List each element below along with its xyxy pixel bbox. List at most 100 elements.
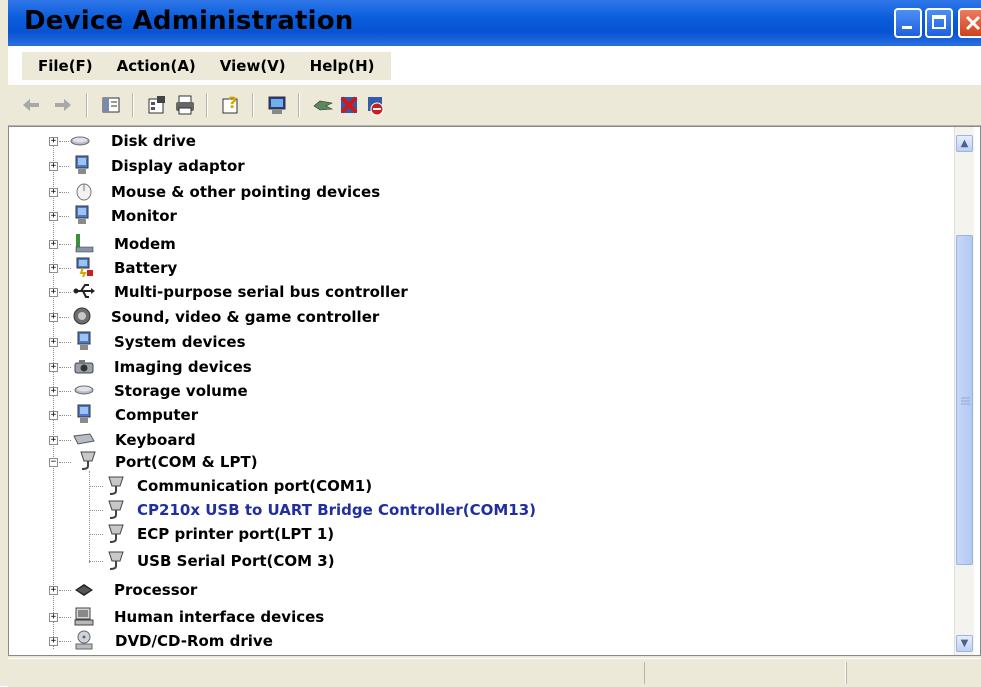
menu-file[interactable]: File(F) — [26, 57, 105, 75]
close-button[interactable] — [958, 8, 981, 38]
tree-item-serial-bus-controller[interactable]: + Multi-purpose serial bus controller — [9, 280, 609, 304]
title-bar[interactable]: Device Administration — [8, 0, 981, 46]
tree-item-sound-video-game[interactable]: + Sound, video & game controller — [9, 305, 609, 329]
expand-toggle[interactable]: + — [49, 162, 58, 171]
tree-item-monitor[interactable]: + Monitor — [9, 204, 609, 228]
grip-icon — [961, 397, 970, 405]
tree-item-communication-port-com1[interactable]: Communication port(COM1) — [9, 474, 609, 498]
tree-item-label: Human interface devices — [114, 608, 325, 626]
maximize-icon — [932, 15, 946, 29]
device-tree-panel[interactable]: + Disk drive + Display adaptor + Mouse &… — [8, 126, 981, 656]
scroll-down-button[interactable]: ▼ — [956, 635, 973, 652]
print-icon[interactable] — [174, 94, 196, 116]
tree-connector — [59, 166, 69, 167]
vertical-scrollbar[interactable]: ▲ ▼ — [954, 127, 974, 655]
tree-connector — [89, 534, 103, 535]
tree-item-usb-serial-port-com3[interactable]: USB Serial Port(COM 3) — [9, 549, 609, 573]
tree-connector — [59, 192, 69, 193]
expand-toggle[interactable]: + — [49, 212, 58, 221]
expand-toggle[interactable]: + — [49, 363, 58, 372]
tree-connector — [59, 590, 71, 591]
tree-item-mouse[interactable]: + Mouse & other pointing devices — [9, 180, 609, 204]
update-driver-icon[interactable] — [312, 94, 334, 116]
expand-toggle[interactable]: + — [49, 411, 58, 420]
tree-item-storage-volume[interactable]: + Storage volume — [9, 379, 609, 403]
port-icon — [108, 500, 124, 519]
tree-item-label: Multi-purpose serial bus controller — [114, 283, 408, 301]
tree-item-cp210x-bridge-com13[interactable]: CP210x USB to UART Bridge Controller(COM… — [9, 498, 609, 522]
menu-help[interactable]: Help(H) — [298, 57, 387, 75]
mouse-icon — [76, 183, 92, 201]
scrollbar-thumb[interactable] — [956, 235, 973, 565]
expand-toggle[interactable]: + — [49, 137, 58, 146]
close-icon — [965, 15, 981, 31]
tree-item-computer[interactable]: + Computer — [9, 403, 609, 427]
tree-item-label: Modem — [114, 235, 176, 253]
expand-toggle[interactable]: + — [49, 387, 58, 396]
keyboard-icon — [73, 433, 95, 445]
status-pane — [846, 662, 981, 684]
system-devices-icon — [77, 331, 91, 350]
expand-toggle[interactable]: + — [49, 338, 58, 347]
dvd-drive-icon — [75, 630, 93, 650]
disk-drive-icon — [70, 136, 90, 146]
status-pane — [644, 662, 846, 684]
tree-item-system-devices[interactable]: + System devices — [9, 330, 609, 354]
toolbar-separator — [252, 93, 254, 117]
tree-item-battery[interactable]: + Battery — [9, 256, 609, 280]
tree-item-human-interface-devices[interactable]: + Human interface devices — [9, 605, 609, 629]
port-icon — [108, 524, 124, 543]
properties-icon[interactable] — [146, 94, 168, 116]
expand-toggle[interactable]: + — [49, 188, 58, 197]
tree-item-label: Display adaptor — [111, 157, 245, 175]
usb-icon — [73, 284, 95, 298]
maximize-button[interactable] — [925, 8, 953, 38]
tree-item-display-adaptor[interactable]: + Display adaptor — [9, 154, 609, 178]
tree-item-keyboard[interactable]: + Keyboard — [9, 428, 609, 452]
scroll-up-button[interactable]: ▲ — [956, 135, 973, 152]
expand-toggle[interactable]: + — [49, 264, 58, 273]
toolbar-separator — [206, 93, 208, 117]
chevron-down-icon: ▼ — [960, 638, 969, 649]
expand-toggle[interactable]: + — [49, 240, 58, 249]
expand-toggle[interactable]: + — [49, 436, 58, 445]
expand-toggle[interactable]: + — [49, 613, 58, 622]
disable-icon[interactable] — [364, 94, 386, 116]
tree-item-label: Port(COM & LPT) — [115, 453, 258, 471]
tree-item-label: DVD/CD-Rom drive — [115, 632, 273, 650]
tree-connector — [59, 292, 71, 293]
tree-item-label: CP210x USB to UART Bridge Controller(COM… — [137, 501, 537, 519]
expand-toggle[interactable]: + — [49, 313, 58, 322]
scan-hardware-icon[interactable] — [266, 94, 288, 116]
port-icon — [108, 551, 124, 570]
tree-item-dvd-cd-rom[interactable]: + DVD/CD-Rom drive — [9, 629, 609, 653]
tree-item-disk-drive[interactable]: + Disk drive — [9, 129, 609, 153]
tree-item-label: Keyboard — [115, 431, 196, 449]
collapse-toggle[interactable]: − — [49, 458, 58, 467]
minimize-button[interactable] — [894, 8, 922, 38]
help-icon[interactable]: ? — [220, 94, 242, 116]
chevron-up-icon: ▲ — [960, 138, 969, 149]
menu-bar: File(F) Action(A) View(V) Help(H) — [8, 46, 981, 84]
tree-item-imaging-devices[interactable]: + Imaging devices — [9, 355, 609, 379]
tree-connector — [59, 440, 71, 441]
menu-bar-items: File(F) Action(A) View(V) Help(H) — [22, 52, 391, 80]
expand-toggle[interactable]: + — [49, 637, 58, 646]
toolbar-separator — [132, 93, 134, 117]
show-hide-tree-icon[interactable] — [100, 94, 122, 116]
forward-arrow-icon[interactable] — [52, 94, 74, 116]
tree-item-processor[interactable]: + Processor — [9, 578, 609, 602]
expand-toggle[interactable]: + — [49, 586, 58, 595]
uninstall-icon[interactable] — [338, 94, 360, 116]
menu-action[interactable]: Action(A) — [105, 57, 208, 75]
menu-view[interactable]: View(V) — [208, 57, 298, 75]
toolbar-separator — [86, 93, 88, 117]
expand-toggle[interactable]: + — [49, 288, 58, 297]
tree-item-ecp-printer-port-lpt1[interactable]: ECP printer port(LPT 1) — [9, 522, 609, 546]
tree-connector — [59, 462, 71, 463]
tree-item-port-com-lpt[interactable]: − Port(COM & LPT) — [9, 450, 609, 474]
tree-item-modem[interactable]: + Modem — [9, 232, 609, 256]
back-arrow-icon[interactable] — [20, 94, 42, 116]
tree-item-label: Computer — [115, 406, 199, 424]
storage-volume-icon — [74, 385, 94, 395]
